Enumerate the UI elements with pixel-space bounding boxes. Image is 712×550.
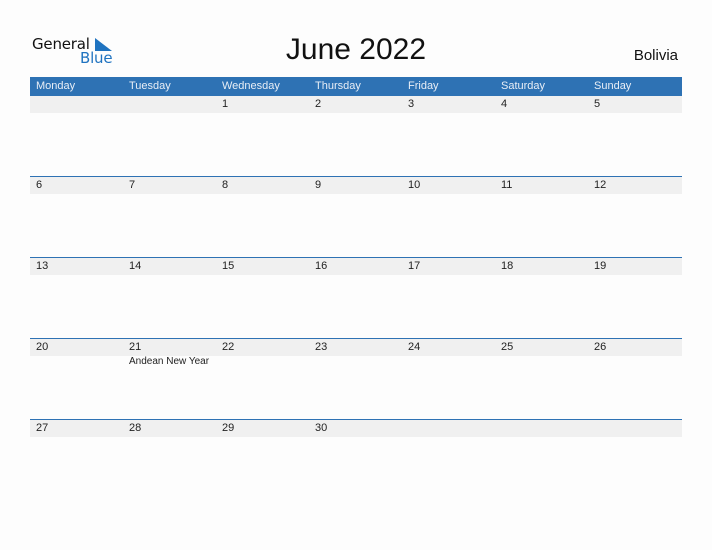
day-cell: 21 Andean New Year bbox=[123, 339, 216, 420]
day-cell: 17 bbox=[402, 258, 495, 339]
day-number: 9 bbox=[315, 179, 322, 191]
weekday-friday: Friday bbox=[408, 80, 439, 92]
week-row: 27 28 29 30 bbox=[30, 419, 682, 501]
day-number: 8 bbox=[222, 179, 229, 191]
weekday-tuesday: Tuesday bbox=[129, 80, 171, 92]
day-cell: 19 bbox=[588, 258, 681, 339]
day-number: 13 bbox=[36, 260, 49, 272]
weekday-monday: Monday bbox=[36, 80, 76, 92]
day-number: 28 bbox=[129, 422, 142, 434]
day-cell: 29 bbox=[216, 420, 309, 501]
day-number: 29 bbox=[222, 422, 235, 434]
day-number: 21 bbox=[129, 341, 142, 353]
day-number: 10 bbox=[408, 179, 421, 191]
day-cell bbox=[30, 96, 123, 177]
day-cell: 28 bbox=[123, 420, 216, 501]
day-cell: 7 bbox=[123, 177, 216, 258]
day-cell: 18 bbox=[495, 258, 588, 339]
day-number: 20 bbox=[36, 341, 49, 353]
day-cell: 24 bbox=[402, 339, 495, 420]
day-cell bbox=[123, 96, 216, 177]
holiday-label: Andean New Year bbox=[129, 356, 210, 367]
day-cell: 4 bbox=[495, 96, 588, 177]
weeks-container: 1 2 3 4 5 6 7 8 9 10 11 12 13 14 15 16 17 18 19 20 21 Andean … bbox=[30, 96, 682, 501]
day-number bbox=[501, 420, 588, 437]
day-number: 1 bbox=[222, 98, 229, 110]
day-number: 22 bbox=[222, 341, 235, 353]
week-row: 1 2 3 4 5 bbox=[30, 96, 682, 177]
calendar-title: June 2022 bbox=[285, 33, 427, 66]
day-number: 24 bbox=[408, 341, 421, 353]
day-number: 15 bbox=[222, 260, 235, 272]
day-number: 6 bbox=[36, 179, 43, 191]
weekday-saturday: Saturday bbox=[501, 80, 546, 92]
day-cell bbox=[495, 420, 588, 501]
day-cell: 6 bbox=[30, 177, 123, 258]
day-number bbox=[36, 96, 123, 113]
day-cell: 15 bbox=[216, 258, 309, 339]
weekday-sunday: Sunday bbox=[594, 80, 632, 92]
day-cell: 30 bbox=[309, 420, 402, 501]
day-number bbox=[129, 96, 216, 113]
day-cell bbox=[588, 420, 681, 501]
day-cell: 25 bbox=[495, 339, 588, 420]
week-row: 20 21 Andean New Year 22 23 24 25 26 bbox=[30, 338, 682, 420]
day-cell: 26 bbox=[588, 339, 681, 420]
weekday-wednesday: Wednesday bbox=[222, 80, 280, 92]
week-row: 6 7 8 9 10 11 12 bbox=[30, 176, 682, 258]
day-number bbox=[408, 420, 495, 437]
day-cell: 16 bbox=[309, 258, 402, 339]
day-number bbox=[594, 420, 681, 437]
day-cell: 14 bbox=[123, 258, 216, 339]
week-cells: 27 28 29 30 bbox=[30, 420, 682, 501]
day-cell: 9 bbox=[309, 177, 402, 258]
week-row: 13 14 15 16 17 18 19 bbox=[30, 257, 682, 339]
day-cell: 27 bbox=[30, 420, 123, 501]
weekday-thursday: Thursday bbox=[315, 80, 361, 92]
day-number: 25 bbox=[501, 341, 514, 353]
day-cell: 22 bbox=[216, 339, 309, 420]
day-number: 2 bbox=[315, 98, 322, 110]
day-number: 12 bbox=[594, 179, 607, 191]
day-cell: 8 bbox=[216, 177, 309, 258]
day-number: 19 bbox=[594, 260, 607, 272]
day-number: 7 bbox=[129, 179, 136, 191]
day-number: 23 bbox=[315, 341, 328, 353]
day-number: 5 bbox=[594, 98, 601, 110]
weekday-header: Monday Tuesday Wednesday Thursday Friday… bbox=[30, 77, 682, 96]
calendar-grid: Monday Tuesday Wednesday Thursday Friday… bbox=[30, 77, 682, 501]
day-cell: 12 bbox=[588, 177, 681, 258]
day-cell: 5 bbox=[588, 96, 681, 177]
day-number: 11 bbox=[501, 179, 513, 191]
day-cell: 11 bbox=[495, 177, 588, 258]
day-cell: 1 bbox=[216, 96, 309, 177]
day-number: 16 bbox=[315, 260, 328, 272]
day-cell: 23 bbox=[309, 339, 402, 420]
day-number: 14 bbox=[129, 260, 142, 272]
day-number: 30 bbox=[315, 422, 328, 434]
day-cell: 2 bbox=[309, 96, 402, 177]
week-cells: 13 14 15 16 17 18 19 bbox=[30, 258, 682, 339]
day-cell: 13 bbox=[30, 258, 123, 339]
day-cell: 10 bbox=[402, 177, 495, 258]
day-number: 17 bbox=[408, 260, 421, 272]
week-cells: 20 21 Andean New Year 22 23 24 25 26 bbox=[30, 339, 682, 420]
country-label: Bolivia bbox=[633, 47, 678, 64]
day-number: 4 bbox=[501, 98, 508, 110]
day-cell: 3 bbox=[402, 96, 495, 177]
day-cell: 20 bbox=[30, 339, 123, 420]
day-number: 3 bbox=[408, 98, 415, 110]
day-number: 26 bbox=[594, 341, 607, 353]
week-cells: 1 2 3 4 5 bbox=[30, 96, 682, 177]
day-cell bbox=[402, 420, 495, 501]
week-cells: 6 7 8 9 10 11 12 bbox=[30, 177, 682, 258]
day-number: 27 bbox=[36, 422, 49, 434]
day-number: 18 bbox=[501, 260, 514, 272]
